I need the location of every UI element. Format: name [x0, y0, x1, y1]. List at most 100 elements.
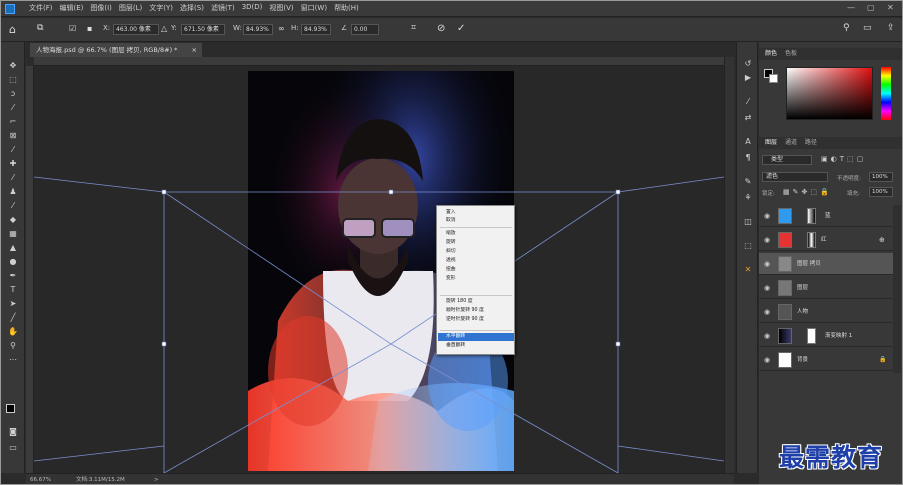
document-tab[interactable]: 人物海报.psd @ 66.7% (图层 拷贝, RGB/8#) * ×: [30, 43, 202, 57]
more-tools-icon[interactable]: ⋯: [7, 354, 19, 365]
menu-item-rotate-180[interactable]: 旋转 180 度: [438, 298, 514, 306]
dodge-tool-icon[interactable]: ●: [7, 256, 19, 267]
tools-cross-icon[interactable]: ✕: [742, 264, 754, 275]
clone-source-icon[interactable]: ⚘: [742, 192, 754, 203]
menu-item-flip-vertical[interactable]: 垂直翻转: [438, 342, 514, 350]
menu-item-scale[interactable]: 缩放: [438, 230, 514, 238]
stamp-tool-icon[interactable]: ♟: [7, 186, 19, 197]
type-tool-icon[interactable]: T: [7, 284, 19, 295]
tab-color[interactable]: 颜色: [765, 50, 777, 57]
zoom-level[interactable]: 66.67%: [30, 474, 51, 484]
history-brush-tool-icon[interactable]: ⁄: [7, 200, 19, 211]
delta-icon[interactable]: △: [161, 24, 167, 33]
vertical-scrollbar[interactable]: [724, 57, 734, 473]
filter-icons[interactable]: ▣◐T⬚▢: [821, 155, 866, 163]
move-tool-icon[interactable]: ✥: [7, 60, 19, 71]
canvas-area[interactable]: [34, 66, 724, 473]
minimize-button[interactable]: —: [847, 3, 855, 12]
fill-field[interactable]: 100%: [869, 187, 893, 197]
transform-handle[interactable]: [388, 189, 394, 195]
eye-icon[interactable]: ◉: [764, 205, 770, 227]
commit-icon[interactable]: ✓: [457, 23, 465, 34]
cancel-icon[interactable]: ⊘: [437, 23, 445, 34]
zoom-tool-icon[interactable]: ⚲: [7, 340, 19, 351]
layer-row-selected[interactable]: ◉ 图层 拷贝: [759, 253, 893, 275]
layer-row[interactable]: ◉ 红 ⊕: [759, 229, 893, 251]
marquee-tool-icon[interactable]: ⬚: [7, 74, 19, 85]
crop-tool-icon[interactable]: ⌐: [7, 116, 19, 127]
transform-bounding-box[interactable]: [34, 66, 724, 473]
menu-item-rotate[interactable]: 旋转: [438, 239, 514, 247]
menu-item-flip-horizontal[interactable]: 水平翻转: [438, 333, 514, 341]
transform-handle[interactable]: [161, 189, 167, 195]
quick-mask-icon[interactable]: ◙: [7, 426, 19, 437]
menu-3d[interactable]: 3D(D): [242, 3, 263, 13]
menu-filter[interactable]: 滤镜(T): [211, 3, 235, 13]
adjustments-panel-icon[interactable]: ⇄: [742, 112, 754, 123]
menu-image[interactable]: 图像(I): [90, 3, 112, 13]
transform-handle[interactable]: [161, 341, 167, 347]
layer-row[interactable]: ◉ 蓝: [759, 205, 893, 227]
layer-row[interactable]: ◉ 人物: [759, 301, 893, 323]
layer-row[interactable]: ◉ 渐变映射 1: [759, 325, 893, 347]
menu-type[interactable]: 文字(Y): [149, 3, 173, 13]
x-field[interactable]: 463.00 像素: [113, 24, 159, 35]
blend-mode-select[interactable]: 滤色: [762, 172, 828, 182]
brush-panel-icon[interactable]: ⁄: [742, 96, 754, 107]
blur-tool-icon[interactable]: ▲: [7, 242, 19, 253]
warp-icon[interactable]: ⌗: [411, 23, 416, 33]
screen-mode-icon[interactable]: ▭: [7, 442, 19, 453]
hue-slider[interactable]: [881, 67, 891, 120]
transform-handle[interactable]: [615, 189, 621, 195]
transform-handle[interactable]: [615, 341, 621, 347]
history-panel-icon[interactable]: ↺: [742, 58, 754, 69]
opacity-field[interactable]: 100%: [869, 172, 893, 182]
paragraph-panel-icon[interactable]: ¶: [742, 152, 754, 163]
menu-item-distort[interactable]: 扭曲: [438, 266, 514, 274]
panel-background-swatch[interactable]: [769, 74, 778, 83]
path-select-tool-icon[interactable]: ➤: [7, 298, 19, 309]
actions-panel-icon[interactable]: ▶: [742, 72, 754, 83]
layer-row[interactable]: ◉ 背景 🔒: [759, 349, 893, 371]
menu-item-warp[interactable]: 变形: [438, 275, 514, 283]
home-icon[interactable]: ⌂: [9, 23, 16, 36]
pen-tool-icon[interactable]: ✒: [7, 270, 19, 281]
tab-layers[interactable]: 图层: [765, 139, 777, 146]
menu-item-cancel[interactable]: 取消: [438, 217, 514, 225]
brush-settings-icon[interactable]: ✎: [742, 176, 754, 187]
menu-item-perspective[interactable]: 透视: [438, 257, 514, 265]
menu-help[interactable]: 帮助(H): [334, 3, 359, 13]
transform-icon[interactable]: ⧉: [37, 23, 43, 33]
workspace-icon[interactable]: ▭: [863, 23, 872, 33]
link-icon[interactable]: ∞: [278, 24, 285, 33]
menu-edit[interactable]: 编辑(E): [60, 3, 84, 13]
lasso-tool-icon[interactable]: ↄ: [7, 88, 19, 99]
properties-panel-icon[interactable]: ◫: [742, 216, 754, 227]
line-tool-icon[interactable]: ╱: [7, 312, 19, 323]
eye-icon[interactable]: ◉: [764, 325, 770, 347]
brush-tool-icon[interactable]: ⁄: [7, 172, 19, 183]
close-button[interactable]: ✕: [887, 3, 894, 12]
menu-file[interactable]: 文件(F): [29, 3, 53, 13]
eye-icon[interactable]: ◉: [764, 301, 770, 323]
menu-view[interactable]: 视图(V): [269, 3, 293, 13]
libraries-panel-icon[interactable]: ⬚: [742, 240, 754, 251]
tab-close-icon[interactable]: ×: [192, 43, 197, 57]
menu-layer[interactable]: 图层(L): [119, 3, 142, 13]
share-icon[interactable]: ⇪: [887, 23, 895, 33]
menu-window[interactable]: 窗口(W): [301, 3, 327, 13]
layer-style-icon[interactable]: ⊕: [879, 229, 885, 251]
eyedropper-tool-icon[interactable]: ⁄: [7, 144, 19, 155]
quick-select-tool-icon[interactable]: ⁄: [7, 102, 19, 113]
menu-item-place[interactable]: 置入: [438, 209, 514, 217]
layers-scrollbar[interactable]: [893, 205, 901, 373]
eye-icon[interactable]: ◉: [764, 349, 770, 371]
w-field[interactable]: 84.93%: [243, 24, 273, 35]
healing-tool-icon[interactable]: ✚: [7, 158, 19, 169]
tab-channels[interactable]: 通道: [785, 139, 797, 146]
eye-icon[interactable]: ◉: [764, 229, 770, 251]
y-field[interactable]: 671.50 像素: [181, 24, 225, 35]
foreground-color-swatch[interactable]: [6, 404, 15, 413]
restore-button[interactable]: ▢: [867, 3, 875, 12]
color-field[interactable]: [786, 67, 873, 120]
